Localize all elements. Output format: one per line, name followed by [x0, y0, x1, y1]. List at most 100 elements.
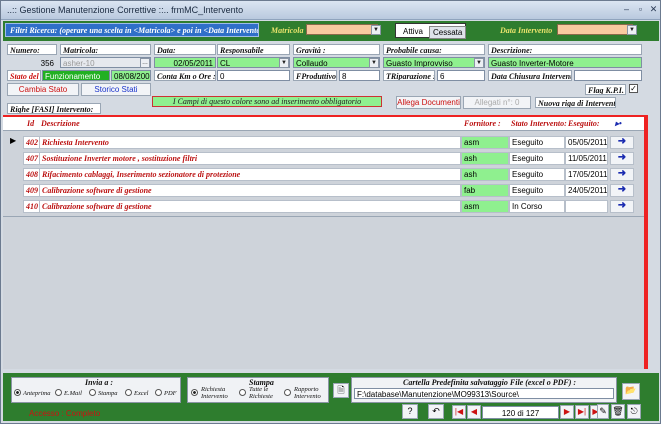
numero-field: 356	[7, 57, 57, 68]
stampa-richiesta-radio[interactable]	[191, 389, 198, 396]
row-eseguito[interactable]	[565, 200, 608, 213]
row-fornitore[interactable]: asm	[461, 200, 509, 213]
matricola-filter-combo[interactable]	[306, 24, 378, 35]
allegati-button[interactable]: Allegati n°: 0	[463, 96, 531, 109]
row-stato[interactable]: In Corso	[509, 200, 565, 213]
table-row[interactable]: ▶ 402 Richiesta Intervento asm Eseguito …	[3, 135, 644, 150]
open-row-arrow-icon[interactable]: ➜	[610, 184, 634, 197]
row-stato[interactable]: Eseguito	[509, 184, 565, 197]
row-descrizione[interactable]: Calibrazione software di gestione	[39, 200, 461, 213]
row-eseguito[interactable]: 05/05/2011	[565, 136, 608, 149]
filter-label: Filtri Ricerca: (operare una scelta in <…	[5, 23, 259, 37]
last-record-icon[interactable]: ▶|	[575, 405, 589, 419]
next-record-icon[interactable]: ▶	[560, 405, 574, 419]
invia-stampa-radio[interactable]	[89, 389, 96, 396]
row-eseguito[interactable]: 24/05/2011	[565, 184, 608, 197]
fproduttivo-field[interactable]: 8	[339, 70, 380, 81]
invia-email-radio[interactable]	[55, 389, 62, 396]
fproduttivo-label: FProduttivo :	[293, 70, 337, 81]
data-field[interactable]: 02/05/2011	[154, 57, 216, 68]
stampa-tutte-radio[interactable]	[239, 389, 246, 396]
invia-anteprima-radio[interactable]	[14, 389, 21, 396]
row-eseguito[interactable]: 17/05/2011	[565, 168, 608, 181]
flag-kpi-label: Flag K.P.I.	[585, 84, 626, 95]
invia-label: Invia a :	[85, 378, 113, 387]
gravita-dropdown-icon[interactable]: ▼	[369, 58, 379, 68]
row-fornitore[interactable]: asm	[461, 136, 509, 149]
minimize-icon[interactable]: –	[620, 4, 633, 16]
responsabile-label: Responsabile	[217, 44, 290, 55]
table-row[interactable]: 408 Rifacimento cablaggi, Inserimento se…	[3, 167, 644, 182]
gravita-field[interactable]: Collaudo	[293, 57, 380, 68]
row-stato[interactable]: Eseguito	[509, 136, 565, 149]
mandatory-notice: I Campi di questo colore sono ad inserim…	[152, 96, 382, 107]
cartella-path-field[interactable]: F:\database\Manutenzione\MO99313\Source\	[354, 388, 614, 399]
chiusura-label: Data Chiusura Intervento :	[488, 70, 572, 81]
flag-kpi-checkbox[interactable]: ✓	[629, 84, 638, 93]
row-fornitore[interactable]: ash	[461, 168, 509, 181]
table-row[interactable]: 407 Sostituzione Inverter motore , sosti…	[3, 151, 644, 166]
invia-stampa-label: Stampa	[98, 390, 118, 397]
window-title: ..:: Gestione Manutenzione Correttive ::…	[7, 5, 244, 15]
row-descrizione[interactable]: Calibrazione software di gestione	[39, 184, 461, 197]
help-icon[interactable]: ?	[402, 404, 418, 419]
stampa-rapporto-radio[interactable]	[284, 389, 291, 396]
descrizione-field[interactable]: Guasto Inverter-Motore	[488, 57, 642, 68]
record-counter[interactable]: 120 di 127	[482, 406, 559, 419]
maximize-icon[interactable]: ▫	[634, 4, 647, 16]
close-icon[interactable]: ✕	[647, 4, 660, 16]
table-row[interactable]: 410 Calibrazione software di gestione as…	[3, 199, 644, 214]
triparazione-field[interactable]: 6	[437, 70, 485, 81]
open-row-arrow-icon[interactable]: ➜	[610, 168, 634, 181]
row-fornitore[interactable]: fab	[461, 184, 509, 197]
prev-record-icon[interactable]: ◀	[467, 405, 481, 419]
row-descrizione[interactable]: Richiesta Intervento	[39, 136, 461, 149]
row-eseguito[interactable]: 11/05/2011	[565, 152, 608, 165]
row-descrizione[interactable]: Sostituzione Inverter motore , sostituzi…	[39, 152, 461, 165]
row-stato[interactable]: Eseguito	[509, 152, 565, 165]
chiusura-field[interactable]	[574, 70, 642, 81]
stato-field: Funzionamento	[42, 70, 110, 81]
matricola-field[interactable]: asher-10	[60, 57, 151, 68]
grid-divider	[3, 216, 644, 217]
new-document-icon[interactable]: ✎	[597, 404, 609, 419]
row-fornitore[interactable]: ash	[461, 152, 509, 165]
delete-icon[interactable]: 🗑	[611, 404, 625, 419]
cambia-stato-button[interactable]: Cambia Stato	[7, 83, 79, 96]
causa-dropdown-icon[interactable]: ▼	[474, 58, 484, 68]
responsabile-dropdown-icon[interactable]: ▼	[279, 58, 289, 68]
nuova-riga-button[interactable]: Nuova riga di Intervento	[535, 97, 616, 108]
allega-documenti-button[interactable]: Allega Documenti	[396, 96, 461, 109]
open-row-arrow-icon[interactable]: ➜	[610, 136, 634, 149]
open-row-arrow-icon[interactable]: ➜	[610, 200, 634, 213]
open-row-arrow-icon[interactable]: ➜	[610, 152, 634, 165]
causa-field[interactable]: Guasto Improvviso	[383, 57, 485, 68]
first-record-icon[interactable]: |◀	[452, 405, 466, 419]
row-id: 407	[23, 152, 40, 165]
data-intervento-combo[interactable]	[557, 24, 633, 35]
data-intervento-dropdown-icon[interactable]: ▼	[627, 25, 637, 35]
exit-door-icon[interactable]: ⎋	[627, 404, 641, 419]
print-preview-icon[interactable]: 🗎	[333, 383, 349, 398]
title-bar: ..:: Gestione Manutenzione Correttive ::…	[1, 1, 660, 20]
conta-field[interactable]: 0	[217, 70, 290, 81]
option-attiva[interactable]: Attiva	[400, 26, 426, 37]
invia-excel-radio[interactable]	[125, 389, 132, 396]
undo-icon[interactable]: ↶	[428, 404, 444, 419]
matricola-dropdown-icon[interactable]: ▼	[371, 25, 381, 35]
storico-stati-button[interactable]: Storico Stati	[81, 83, 151, 96]
stato-label: Stato del	[7, 70, 41, 81]
righe-label: Righe [FASI] Intervento:	[7, 103, 101, 114]
numero-label: Numero:	[7, 44, 57, 55]
state-option-group[interactable]: Attiva Cessata	[395, 23, 467, 39]
col-eseguito: Eseguito:	[568, 119, 600, 128]
table-row[interactable]: 409 Calibrazione software di gestione fa…	[3, 183, 644, 198]
option-cessata[interactable]: Cessata	[429, 26, 467, 39]
folder-open-icon[interactable]: 📂	[622, 383, 640, 400]
row-stato[interactable]: Eseguito	[509, 168, 565, 181]
grid-header: Id Descrizione Fornitore : Stato Interve…	[3, 117, 644, 131]
invia-pdf-radio[interactable]	[155, 389, 162, 396]
row-descrizione[interactable]: Rifacimento cablaggi, Inserimento sezion…	[39, 168, 461, 181]
matricola-field-dropdown-icon[interactable]: …	[140, 58, 150, 68]
row-id: 409	[23, 184, 40, 197]
